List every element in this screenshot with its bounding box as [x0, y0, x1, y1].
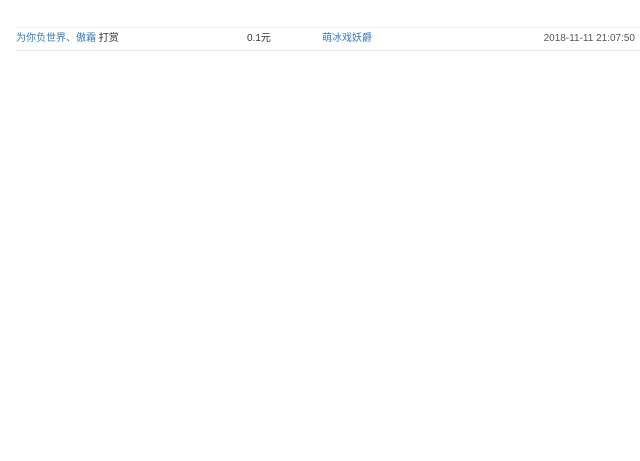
tipper-cell: 为你负世界、傲霜 打赏	[16, 28, 119, 50]
recipient-cell: 萌冰戏妖爵	[322, 28, 372, 50]
tipper-link[interactable]: 为你负世界、傲霜	[16, 33, 96, 44]
tip-list: 为你负世界、傲霜 打赏 0.1元 萌冰戏妖爵 2018-11-11 21:07:…	[16, 27, 640, 51]
tip-action-label: 打赏	[98, 33, 119, 44]
tip-row: 为你负世界、傲霜 打赏 0.1元 萌冰戏妖爵 2018-11-11 21:07:…	[16, 28, 640, 51]
recipient-link[interactable]: 萌冰戏妖爵	[322, 33, 372, 44]
tip-amount: 0.1元	[247, 33, 271, 44]
tip-timestamp: 2018-11-11 21:07:50	[543, 33, 635, 44]
page: 为你负世界、傲霜 打赏 0.1元 萌冰戏妖爵 2018-11-11 21:07:…	[0, 0, 640, 461]
